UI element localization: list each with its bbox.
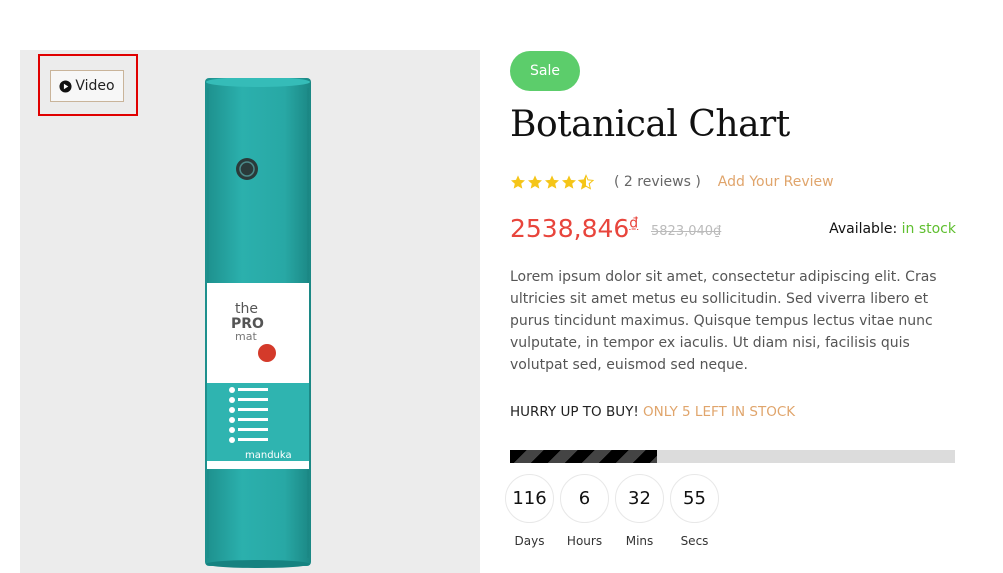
countdown-mins-label: Mins — [625, 534, 654, 548]
mat-text-mat: mat — [235, 330, 257, 343]
countdown-secs: 55 Secs — [670, 474, 719, 548]
product-image-gallery[interactable]: the PRO mat manduka — [20, 50, 480, 573]
star-icon — [528, 175, 542, 189]
countdown-hours: 6 Hours — [560, 474, 609, 548]
stock-progress-bar — [510, 450, 955, 463]
reviews-count[interactable]: ( 2 reviews ) — [614, 174, 701, 190]
countdown-timer: 116 Days 6 Hours 32 Mins 55 Secs — [505, 474, 719, 548]
star-icon — [562, 175, 576, 189]
star-icon — [511, 175, 525, 189]
add-review-link[interactable]: Add Your Review — [718, 174, 834, 190]
old-price: 5823,040₫ — [651, 224, 722, 239]
video-button[interactable]: Video — [50, 70, 124, 102]
rating-stars — [510, 174, 594, 190]
stock-left-text: ONLY 5 LEFT IN STOCK — [643, 404, 796, 420]
hurry-text: HURRY UP TO BUY! — [510, 404, 644, 420]
countdown-secs-label: Secs — [680, 534, 709, 548]
stock-progress-fill — [510, 450, 657, 463]
countdown-days: 116 Days — [505, 474, 554, 548]
mat-text-the: the — [235, 301, 258, 317]
play-circle-icon — [59, 79, 72, 93]
video-button-label: Video — [75, 78, 115, 94]
current-price: 2538,846₫ — [510, 214, 638, 243]
countdown-days-label: Days — [514, 534, 545, 548]
countdown-hours-value: 6 — [560, 474, 609, 523]
countdown-mins: 32 Mins — [615, 474, 664, 548]
countdown-days-value: 116 — [505, 474, 554, 523]
half-star-icon — [578, 174, 594, 190]
product-image: the PRO mat manduka — [205, 78, 311, 568]
currency-symbol: ₫ — [629, 215, 639, 232]
product-title: Botanical Chart — [510, 104, 790, 145]
star-icon — [545, 175, 559, 189]
mat-brand-text: manduka — [245, 450, 292, 461]
hurry-message: HURRY UP TO BUY! ONLY 5 LEFT IN STOCK — [510, 404, 795, 420]
price-value: 2538,846 — [510, 214, 630, 243]
product-description: Lorem ipsum dolor sit amet, consectetur … — [510, 269, 937, 373]
price-row: 2538,846₫ 5823,040₫ Available: in stock — [510, 212, 956, 246]
countdown-mins-value: 32 — [615, 474, 664, 523]
stock-status: in stock — [901, 221, 956, 237]
countdown-hours-label: Hours — [566, 534, 603, 548]
availability: Available: in stock — [829, 221, 956, 237]
rating-row: ( 2 reviews ) Add Your Review — [510, 172, 834, 192]
availability-label: Available: — [829, 221, 902, 237]
sale-badge: Sale — [510, 51, 580, 91]
countdown-secs-value: 55 — [670, 474, 719, 523]
